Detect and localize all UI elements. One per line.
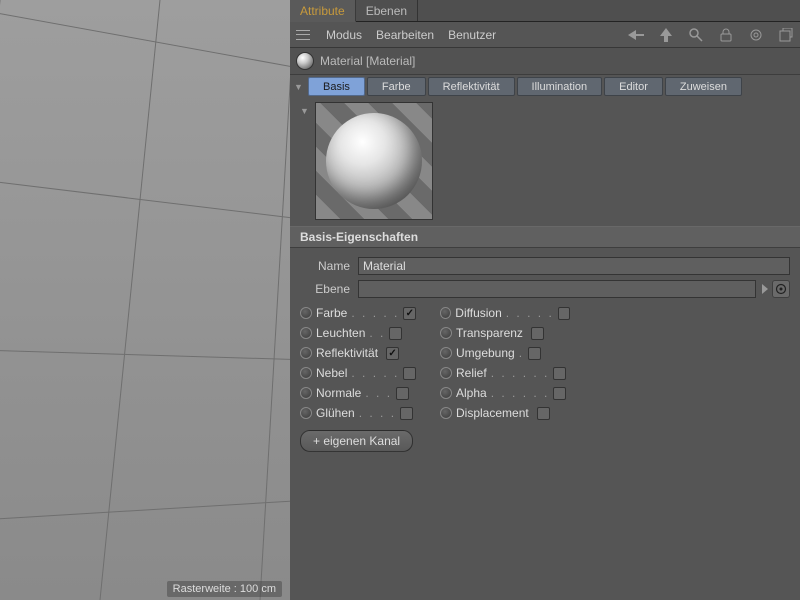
name-field[interactable] bbox=[358, 257, 790, 275]
tab-zuweisen[interactable]: Zuweisen bbox=[665, 77, 742, 96]
channel-relief-checkbox[interactable] bbox=[553, 367, 566, 380]
dots: . . . . . bbox=[351, 366, 399, 380]
tab-editor[interactable]: Editor bbox=[604, 77, 663, 96]
dots: . . . . . . bbox=[491, 386, 550, 400]
bullet-icon bbox=[300, 307, 312, 319]
bullet-icon bbox=[440, 387, 452, 399]
channel-gluehen-checkbox[interactable] bbox=[400, 407, 413, 420]
bullet-icon bbox=[440, 367, 452, 379]
disclosure-icon[interactable]: ▼ bbox=[294, 82, 304, 92]
tab-attribute[interactable]: Attribute bbox=[290, 0, 356, 22]
channel-label: Farbe bbox=[316, 306, 347, 320]
channel-reflektivitaet[interactable]: Reflektivität bbox=[300, 346, 420, 360]
channel-farbe-checkbox[interactable] bbox=[403, 307, 416, 320]
tab-reflektivitaet[interactable]: Reflektivität bbox=[428, 77, 515, 96]
channel-label: Displacement bbox=[456, 406, 529, 420]
channel-gluehen[interactable]: Glühen . . . . bbox=[300, 406, 420, 420]
add-custom-channel-button[interactable]: + eigenen Kanal bbox=[300, 430, 413, 452]
material-sphere-icon bbox=[296, 52, 314, 70]
search-icon[interactable] bbox=[688, 27, 704, 43]
channel-diffusion[interactable]: Diffusion . . . . . bbox=[440, 306, 570, 320]
bullet-icon bbox=[440, 407, 452, 419]
bullet-icon bbox=[300, 367, 312, 379]
bullet-icon bbox=[300, 347, 312, 359]
tab-ebenen[interactable]: Ebenen bbox=[356, 0, 418, 21]
channel-displacement[interactable]: Displacement bbox=[440, 406, 570, 420]
nav-up-icon[interactable] bbox=[658, 27, 674, 43]
tab-basis[interactable]: Basis bbox=[308, 77, 365, 96]
menu-bearbeiten[interactable]: Bearbeiten bbox=[376, 28, 434, 42]
section-basis-eigenschaften: Basis-Eigenschaften bbox=[290, 226, 800, 248]
bullet-icon bbox=[300, 407, 312, 419]
nav-back-icon[interactable] bbox=[628, 27, 644, 43]
channel-reflektivitaet-checkbox[interactable] bbox=[386, 347, 399, 360]
lock-icon[interactable] bbox=[718, 27, 734, 43]
ebene-picker-button[interactable] bbox=[772, 280, 790, 298]
dots: . bbox=[519, 346, 524, 360]
basis-form: Name Ebene Farbe . . . . . Diffusion . .… bbox=[290, 248, 800, 462]
channel-umgebung[interactable]: Umgebung . bbox=[440, 346, 570, 360]
channel-label: Reflektivität bbox=[316, 346, 378, 360]
channel-label: Diffusion bbox=[455, 306, 501, 320]
bullet-icon bbox=[300, 387, 312, 399]
channel-alpha-checkbox[interactable] bbox=[553, 387, 566, 400]
menu-modus[interactable]: Modus bbox=[326, 28, 362, 42]
tab-illumination[interactable]: Illumination bbox=[517, 77, 603, 96]
channel-normale-checkbox[interactable] bbox=[396, 387, 409, 400]
channel-nebel-checkbox[interactable] bbox=[403, 367, 416, 380]
channel-relief[interactable]: Relief . . . . . . bbox=[440, 366, 570, 380]
viewport-grid bbox=[0, 0, 290, 600]
ebene-dropdown-icon[interactable] bbox=[762, 284, 768, 294]
material-preview-row: ▼ bbox=[290, 98, 800, 226]
bullet-icon bbox=[440, 307, 451, 319]
channel-leuchten-checkbox[interactable] bbox=[389, 327, 402, 340]
material-title: Material [Material] bbox=[320, 54, 415, 68]
channel-label: Nebel bbox=[316, 366, 347, 380]
dots: . . . . . bbox=[351, 306, 399, 320]
dots: . . . bbox=[365, 386, 392, 400]
panel-menubar: Modus Bearbeiten Benutzer bbox=[290, 22, 800, 48]
channel-tabs: ▼ Basis Farbe Reflektivität Illumination… bbox=[290, 75, 800, 98]
channel-farbe[interactable]: Farbe . . . . . bbox=[300, 306, 420, 320]
channel-nebel[interactable]: Nebel . . . . . bbox=[300, 366, 420, 380]
channel-normale[interactable]: Normale . . . bbox=[300, 386, 420, 400]
attribute-panel: Attribute Ebenen Modus Bearbeiten Benutz… bbox=[290, 0, 800, 600]
target-icon[interactable] bbox=[748, 27, 764, 43]
dots: . . . . . bbox=[506, 306, 554, 320]
dots: . . . . bbox=[359, 406, 396, 420]
ebene-label: Ebene bbox=[300, 282, 358, 296]
channel-label: Relief bbox=[456, 366, 487, 380]
channel-grid: Farbe . . . . . Diffusion . . . . . Leuc… bbox=[300, 306, 790, 420]
viewport[interactable]: Rasterweite : 100 cm bbox=[0, 0, 290, 600]
channel-diffusion-checkbox[interactable] bbox=[558, 307, 570, 320]
channel-label: Normale bbox=[316, 386, 361, 400]
channel-label: Glühen bbox=[316, 406, 355, 420]
new-window-icon[interactable] bbox=[778, 27, 794, 43]
channel-transparenz-checkbox[interactable] bbox=[531, 327, 544, 340]
dots: . . bbox=[369, 326, 385, 340]
channel-alpha[interactable]: Alpha . . . . . . bbox=[440, 386, 570, 400]
bullet-icon bbox=[300, 327, 312, 339]
material-preview[interactable] bbox=[315, 102, 433, 220]
menu-icon[interactable] bbox=[296, 30, 310, 40]
material-header: Material [Material] bbox=[290, 48, 800, 75]
name-label: Name bbox=[300, 259, 358, 273]
channel-transparenz[interactable]: Transparenz bbox=[440, 326, 570, 340]
bullet-icon bbox=[440, 347, 452, 359]
channel-umgebung-checkbox[interactable] bbox=[528, 347, 541, 360]
channel-label: Leuchten bbox=[316, 326, 365, 340]
panel-tabs: Attribute Ebenen bbox=[290, 0, 800, 22]
channel-label: Alpha bbox=[456, 386, 487, 400]
bullet-icon bbox=[440, 327, 452, 339]
raster-width-status: Rasterweite : 100 cm bbox=[167, 581, 282, 597]
preview-disclosure-icon[interactable]: ▼ bbox=[300, 106, 309, 220]
channel-displacement-checkbox[interactable] bbox=[537, 407, 550, 420]
ebene-field[interactable] bbox=[358, 280, 756, 298]
tab-farbe[interactable]: Farbe bbox=[367, 77, 426, 96]
menu-benutzer[interactable]: Benutzer bbox=[448, 28, 496, 42]
channel-leuchten[interactable]: Leuchten . . bbox=[300, 326, 420, 340]
channel-label: Transparenz bbox=[456, 326, 523, 340]
dots: . . . . . . bbox=[491, 366, 550, 380]
channel-label: Umgebung bbox=[456, 346, 515, 360]
